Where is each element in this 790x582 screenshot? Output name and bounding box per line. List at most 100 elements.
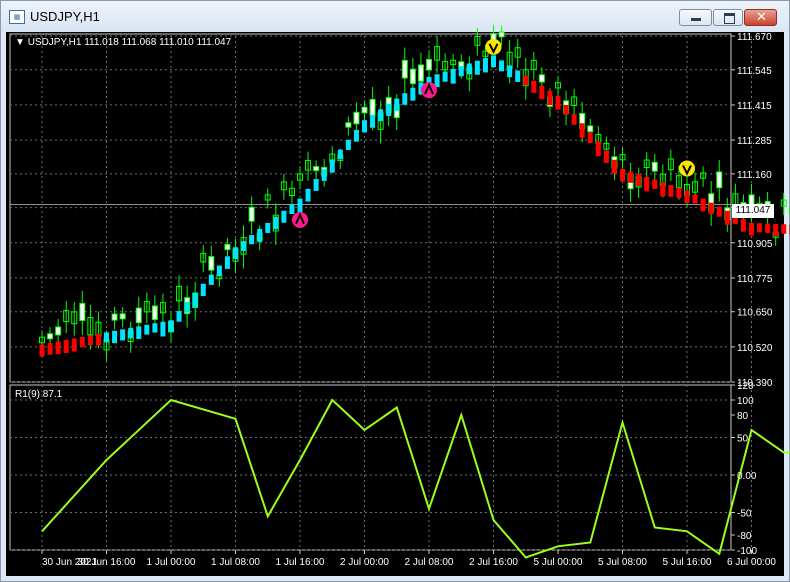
trend-bar [676,187,682,199]
trend-bar [168,320,174,332]
time-label: 2 Jul 16:00 [469,557,518,568]
candle-body [401,59,408,79]
header-triangle-icon[interactable]: ▼ [15,37,25,48]
candle-body [224,243,231,251]
candle-body [119,313,126,320]
trend-bar [200,283,206,297]
axes: 111.670 111.545 111.415 111.285 111.160 111.0… [41,32,776,568]
indicator-label: 50 [737,434,749,445]
trend-bar [515,70,521,82]
current-price-tag: 111.047 [732,204,774,218]
trend-bar [216,265,222,277]
candle-body [417,64,424,82]
signal-arrows [292,38,695,228]
trend-bar [249,235,255,245]
trend-bar [466,63,472,75]
indicator-label: 100 [737,396,754,407]
trend-bar [757,223,763,233]
trend-bar [345,139,351,150]
trend-bar [491,55,496,68]
trend-bar [773,223,779,237]
trend-bar [765,223,771,233]
trend-bar [176,311,182,322]
trend-bar [136,326,142,339]
trend-bar [95,333,101,346]
trend-bar [523,75,529,86]
price-label: 111.670 [737,32,772,43]
trend-bar [297,198,303,213]
price-label: 111.545 [737,66,772,77]
trend-bar [152,323,158,333]
trend-bar [265,222,271,233]
trend-bar [120,329,126,341]
trend-bar [353,130,359,142]
trend-bar [499,60,505,72]
trend-bar [652,179,658,189]
trend-bar [692,194,698,204]
trend-bar [321,169,327,181]
trend-bar [362,120,367,133]
trend-bar [571,114,577,125]
trend-bar [410,87,416,101]
trend-bar [233,247,238,259]
price-label: 110.650 [737,308,773,319]
trend-bar [579,123,585,138]
trend-bar [144,324,150,335]
candle-body [716,171,723,189]
trend-bar [55,341,61,355]
trend-bar [313,178,319,191]
indicator-label: -100 [737,546,757,557]
candle-body [498,31,505,38]
price-label: 110.905 [737,239,773,250]
trend-bar [442,71,448,82]
trend-bar [708,202,714,215]
chart-svg[interactable]: 111.670 111.545 111.415 111.285 111.160 111.0… [0,0,790,582]
time-label: 5 Jul 08:00 [598,557,647,568]
time-label: 1 Jul 08:00 [211,557,260,568]
trend-bar [620,168,625,182]
indicator-label: -80 [737,531,752,542]
indicator-line [41,398,790,559]
time-label: 1 Jul 16:00 [276,557,325,568]
price-header: USDJPY,H1 111.018 111.068 111.010 111.04… [27,37,232,48]
time-label: 1 Jul 00:00 [147,557,196,568]
trend-bar [305,188,311,202]
trend-bar [289,204,295,215]
trend-bar [684,190,690,204]
time-label: 5 Jul 00:00 [534,557,583,568]
trend-bar [563,104,569,115]
trend-bar [160,321,166,337]
trend-bar [192,292,198,308]
trend-bar [378,109,384,122]
trend-bar [644,176,650,192]
candle-body [151,305,158,321]
candle-body [345,122,352,128]
trend-bar [257,229,263,242]
trend-bar [587,132,593,144]
candle-body [426,58,432,71]
trend-bar [668,185,674,197]
trend-bar [724,210,730,225]
candle-body [361,106,368,114]
indicator-label: 0.00 [737,471,757,482]
candle-body [208,256,215,271]
time-label: 2 Jul 08:00 [405,557,454,568]
trend-bar [781,224,787,234]
trend-bar [281,210,287,223]
trend-bar [603,150,609,163]
indicator-label: -50 [737,509,752,520]
trend-bar [458,66,464,77]
trend-bar [547,90,553,106]
trend-bar [636,174,642,186]
trend-bar [394,98,400,111]
time-label: 30 Jun 16:00 [78,557,136,568]
indicator-header: R1(9) 87.1 [15,389,63,400]
trend-bar [273,216,279,230]
trend-bar [386,103,392,116]
trend-bar [39,344,45,357]
trend-bar [660,182,666,197]
trend-bar [87,335,93,346]
trend-bar [329,159,335,173]
trend-bar [370,114,376,128]
trend-bar [740,218,746,232]
